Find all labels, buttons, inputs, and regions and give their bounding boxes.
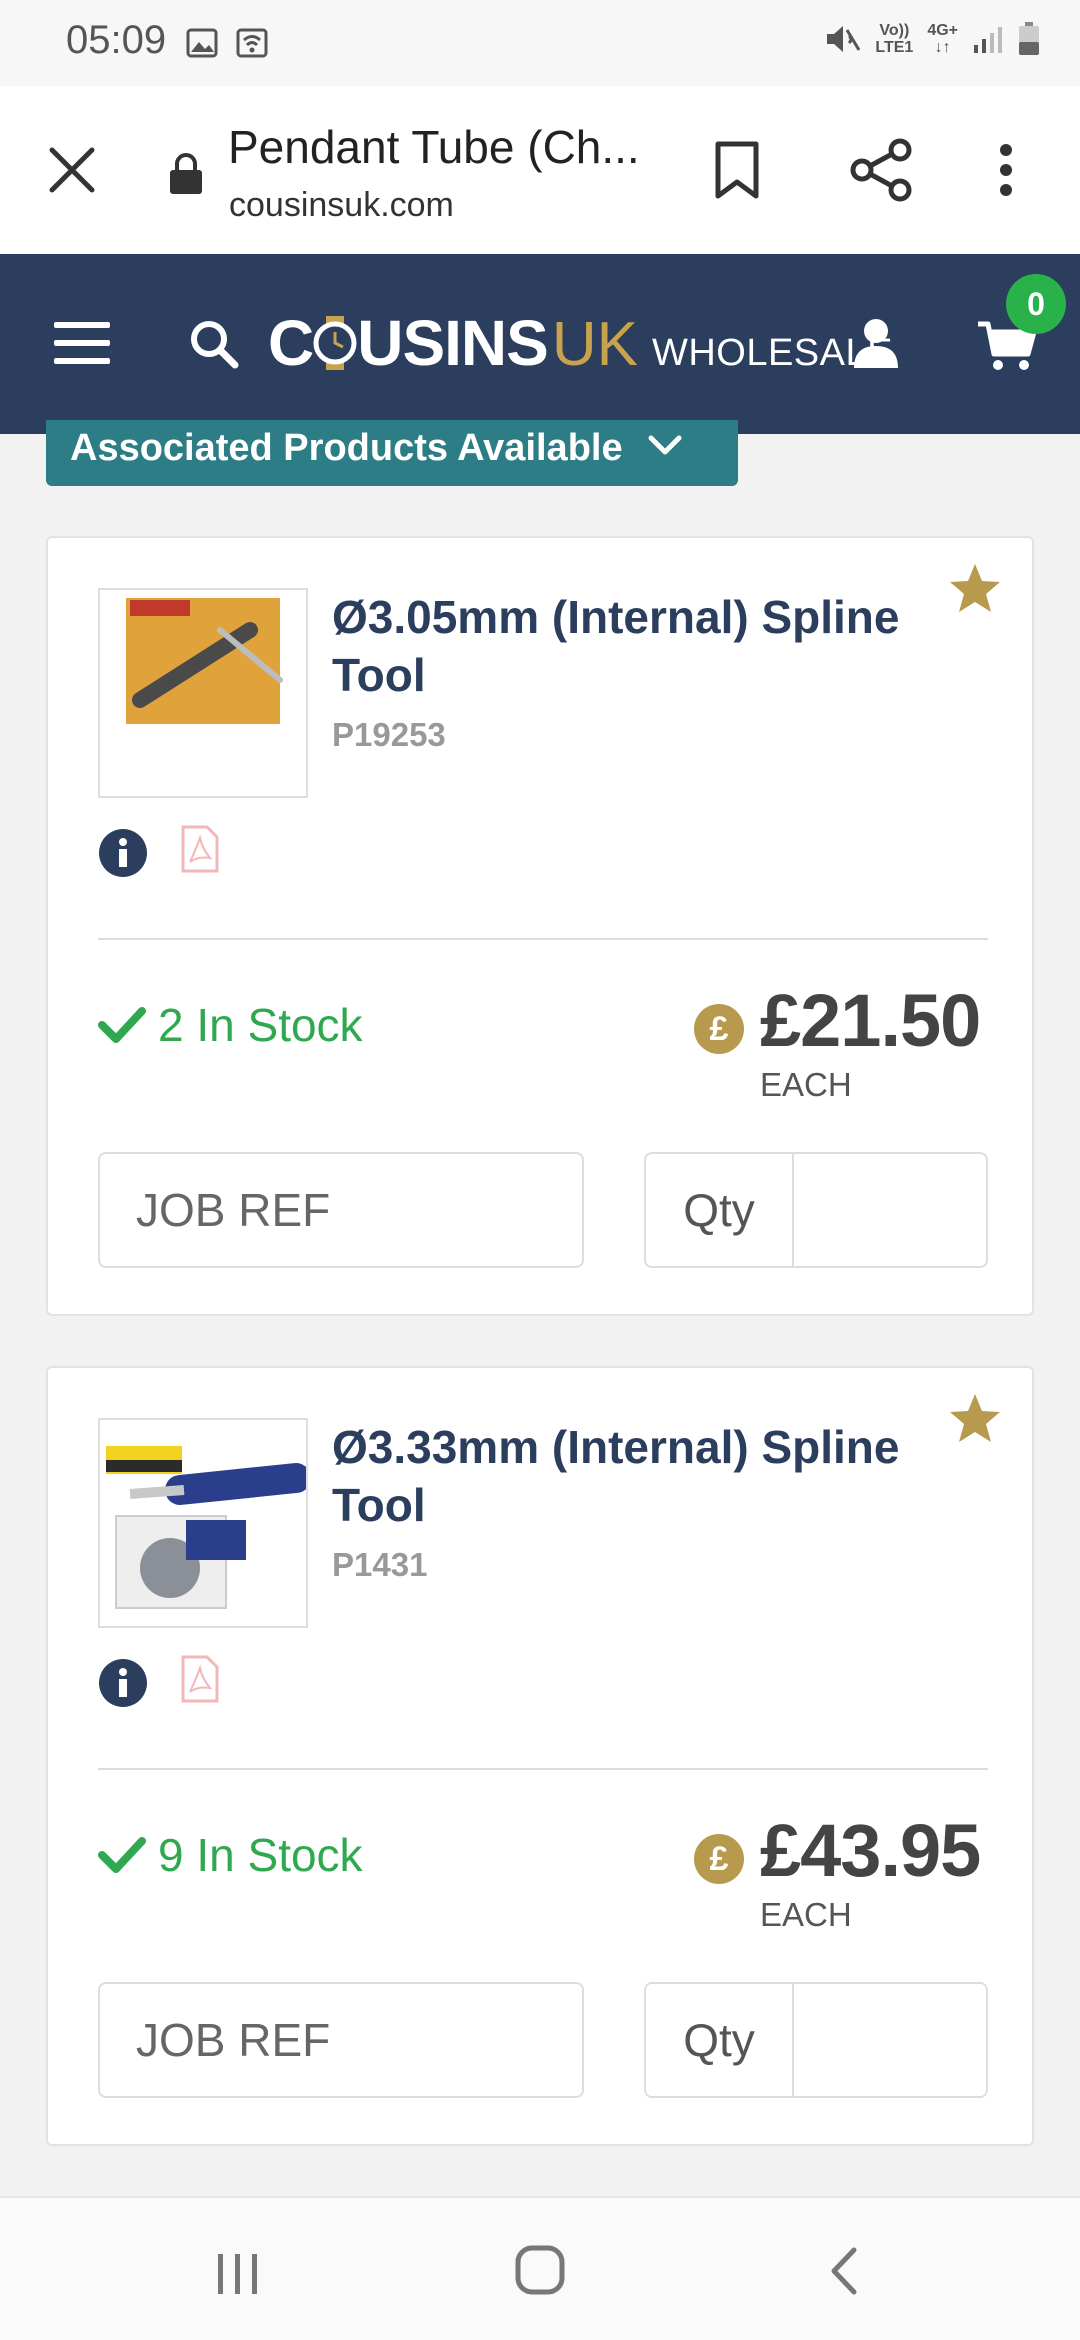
- close-icon[interactable]: [44, 142, 100, 198]
- currency-icon: £: [694, 1004, 744, 1054]
- status-bar: 05:09 Vo)) LTE1 4G+ ↓↑: [0, 0, 1080, 86]
- qty-label: Qty: [646, 1984, 794, 2096]
- signal-icon: [974, 27, 1002, 53]
- lock-icon: [170, 153, 202, 194]
- divider: [98, 1768, 988, 1770]
- product-price: £43.95: [760, 1809, 981, 1892]
- back-icon[interactable]: [826, 2246, 860, 2296]
- price-unit: EACH: [760, 1896, 852, 1933]
- currency-icon: £: [694, 1834, 744, 1884]
- site-header: C USINS UK WHOLESALE 0: [0, 254, 1080, 434]
- more-options-icon[interactable]: [998, 142, 1014, 198]
- pdf-icon[interactable]: [180, 1654, 220, 1704]
- home-icon[interactable]: [514, 2244, 566, 2296]
- account-icon[interactable]: [852, 318, 900, 368]
- stock-status: 9 In Stock: [98, 1828, 363, 1882]
- quantity-field[interactable]: Qty: [644, 1982, 988, 2098]
- stock-status: 2 In Stock: [98, 998, 363, 1052]
- info-icon[interactable]: [98, 828, 148, 878]
- associated-products-label: Associated Products Available: [70, 426, 623, 469]
- system-nav-bar: [0, 2196, 1080, 2340]
- chevron-down-icon: [648, 435, 682, 455]
- product-image[interactable]: [98, 1418, 308, 1628]
- product-name[interactable]: Ø3.33mm (Internal) Spline Tool: [332, 1418, 932, 1534]
- check-icon: [98, 1837, 146, 1873]
- price-unit: EACH: [760, 1066, 852, 1103]
- browser-toolbar: Pendant Tube (Ch... cousinsuk.com: [0, 86, 1080, 254]
- recent-apps-icon[interactable]: [214, 2252, 262, 2296]
- gallery-icon: [186, 28, 218, 58]
- bookmark-icon[interactable]: [712, 140, 762, 200]
- check-icon: [98, 1007, 146, 1043]
- divider: [98, 938, 988, 940]
- info-icon[interactable]: [98, 1658, 148, 1708]
- product-card: Ø3.05mm (Internal) Spline Tool P19253 2 …: [46, 536, 1034, 1316]
- product-code: P19253: [332, 716, 446, 753]
- job-ref-input[interactable]: JOB REF: [98, 1152, 584, 1268]
- wifi-call-icon: [236, 28, 268, 58]
- product-photo: [126, 598, 283, 724]
- product-photo: [106, 1446, 306, 1609]
- qty-input[interactable]: [794, 1154, 986, 1266]
- status-time: 05:09: [66, 18, 167, 62]
- mute-icon: [827, 26, 861, 52]
- product-price: £21.50: [760, 979, 981, 1062]
- site-logo[interactable]: C USINS UK WHOLESALE: [268, 306, 893, 380]
- product-card: Ø3.33mm (Internal) Spline Tool P1431 9 I…: [46, 1366, 1034, 2146]
- battery-icon: [1019, 22, 1039, 55]
- product-image[interactable]: [98, 588, 308, 798]
- data-indicator: 4G+ ↓↑: [927, 22, 958, 56]
- qty-label: Qty: [646, 1154, 794, 1266]
- product-code: P1431: [332, 1546, 428, 1583]
- network-indicator: Vo)) LTE1: [875, 22, 914, 56]
- favourite-star-icon[interactable]: [948, 1392, 1002, 1444]
- share-icon[interactable]: [850, 138, 914, 202]
- favourite-star-icon[interactable]: [948, 562, 1002, 614]
- cart-count-badge: 0: [1006, 274, 1066, 334]
- pdf-icon[interactable]: [180, 824, 220, 874]
- logo-uk: UK: [551, 310, 638, 379]
- qty-input[interactable]: [794, 1984, 986, 2096]
- watch-logo-icon: [313, 316, 357, 370]
- product-name[interactable]: Ø3.05mm (Internal) Spline Tool: [332, 588, 932, 704]
- page-title[interactable]: Pendant Tube (Ch...: [228, 120, 658, 174]
- associated-products-toggle[interactable]: Associated Products Available: [46, 420, 738, 486]
- menu-icon[interactable]: [54, 320, 110, 366]
- job-ref-input[interactable]: JOB REF: [98, 1982, 584, 2098]
- quantity-field[interactable]: Qty: [644, 1152, 988, 1268]
- page-url[interactable]: cousinsuk.com: [229, 186, 454, 225]
- search-icon[interactable]: [188, 318, 240, 370]
- logo-cousins: C USINS: [268, 307, 549, 379]
